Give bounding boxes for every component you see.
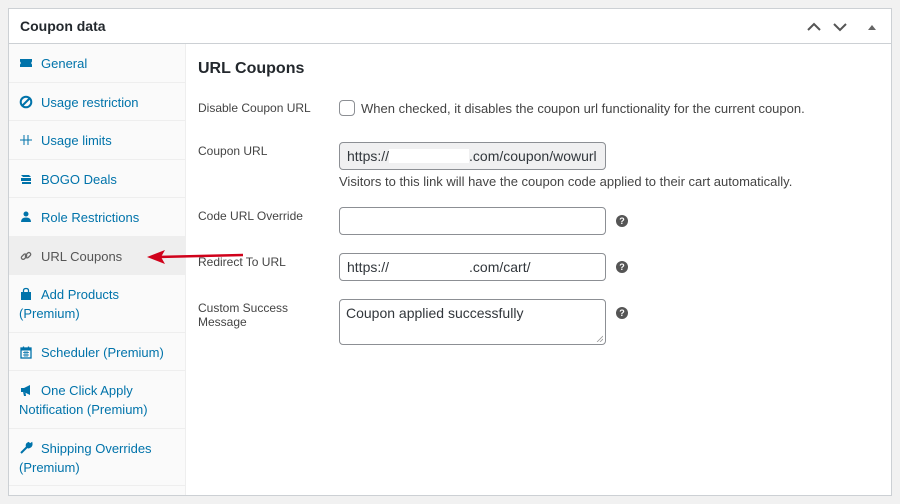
- chevron-up-icon: [807, 22, 821, 31]
- checkbox-description: When checked, it disables the coupon url…: [361, 100, 805, 116]
- redirect-url-row: Redirect To URL https://.com/cart/ ?: [198, 253, 879, 281]
- help-icon[interactable]: ?: [616, 215, 628, 227]
- calendar-icon: [20, 346, 32, 359]
- tab-label: Scheduler (Premium): [41, 344, 164, 360]
- section-heading: URL Coupons: [198, 60, 305, 77]
- tab-one-click-apply[interactable]: One Click Apply Notification (Premium): [9, 371, 185, 429]
- tab-label: Usage restriction: [41, 94, 139, 110]
- tab-label: BOGO Deals: [41, 171, 117, 187]
- panel-title: Coupon data: [20, 18, 106, 34]
- tab-usage-restriction[interactable]: Usage restriction: [9, 83, 185, 121]
- field-label: Disable Coupon URL: [198, 101, 311, 115]
- url-prefix: https://: [347, 259, 390, 275]
- bogo-icon: [21, 174, 31, 184]
- tab-usage-limits[interactable]: Usage limits: [9, 121, 185, 160]
- megaphone-icon: [21, 385, 30, 396]
- block-icon: [19, 95, 33, 108]
- disable-coupon-url-checkbox[interactable]: [339, 100, 355, 116]
- move-down-button[interactable]: [831, 18, 849, 36]
- coupon-url-description: Visitors to this link will have the coup…: [339, 174, 793, 189]
- tab-shipping-overrides[interactable]: Shipping Overrides (Premium): [9, 429, 185, 486]
- tab-label: Shipping Overrides (Premium): [19, 440, 152, 475]
- limits-icon: [20, 135, 32, 145]
- cart-bag-icon: [21, 287, 31, 300]
- redirect-url-input[interactable]: https:// .com/cart/: [339, 253, 606, 281]
- disable-coupon-url-row: Disable Coupon URL When checked, it disa…: [198, 100, 879, 116]
- field-label: Custom Success Message: [198, 301, 289, 329]
- panel-controls: [805, 9, 881, 44]
- help-icon[interactable]: ?: [616, 261, 628, 273]
- tab-label: Role Restrictions: [41, 210, 140, 225]
- tab-label: URL Coupons: [41, 248, 123, 264]
- wrench-icon: [20, 441, 33, 454]
- url-suffix: .com/coupon/wowurl: [469, 148, 597, 164]
- url-suffix: .com/cart/: [469, 259, 531, 275]
- toggle-panel-button[interactable]: [863, 18, 881, 36]
- coupon-url-input[interactable]: https:// .com/coupon/wowurl: [339, 142, 606, 170]
- resize-handle-icon[interactable]: [596, 335, 603, 342]
- tab-label: Usage limits: [41, 133, 112, 148]
- user-icon: [21, 211, 31, 222]
- annotation-arrow: [147, 250, 244, 264]
- tab-bogo-deals[interactable]: BOGO Deals: [9, 160, 185, 198]
- coupon-data-panel: Coupon data General Usage restriction Us…: [8, 8, 892, 496]
- url-coupons-panel: URL Coupons Disable Coupon URL When chec…: [186, 44, 891, 495]
- url-prefix: https://: [347, 148, 390, 164]
- ticket-icon: [20, 59, 32, 67]
- success-message-row: Custom Success Message Coupon applied su…: [198, 299, 879, 345]
- redacted-domain: [389, 260, 470, 274]
- panel-header: Coupon data: [9, 9, 891, 44]
- success-message-textarea[interactable]: Coupon applied successfully: [339, 299, 606, 345]
- chevron-down-icon: [833, 22, 847, 31]
- coupon-tabs-sidebar: General Usage restriction Usage limits B…: [9, 44, 186, 495]
- tab-general[interactable]: General: [9, 44, 185, 83]
- tab-add-products[interactable]: Add Products (Premium): [9, 275, 185, 333]
- tab-scheduler[interactable]: Scheduler (Premium): [9, 333, 185, 371]
- tab-label: General: [41, 56, 88, 71]
- link-icon: [20, 251, 32, 260]
- help-icon[interactable]: ?: [616, 307, 628, 319]
- triangle-up-icon: [868, 24, 876, 30]
- tab-label: Add Products (Premium): [19, 287, 120, 321]
- coupon-url-row: Coupon URL https:// .com/coupon/wowurl Vi…: [198, 142, 879, 189]
- redacted-domain: [389, 149, 470, 163]
- field-label: Coupon URL: [198, 144, 268, 158]
- move-up-button[interactable]: [805, 18, 823, 36]
- code-url-override-row: Code URL Override ?: [198, 207, 879, 235]
- tab-label: One Click Apply Notification (Premium): [19, 383, 148, 417]
- tab-role-restrictions[interactable]: Role Restrictions: [9, 198, 185, 237]
- field-label: Code URL Override: [198, 209, 303, 223]
- code-url-override-input[interactable]: [339, 207, 606, 235]
